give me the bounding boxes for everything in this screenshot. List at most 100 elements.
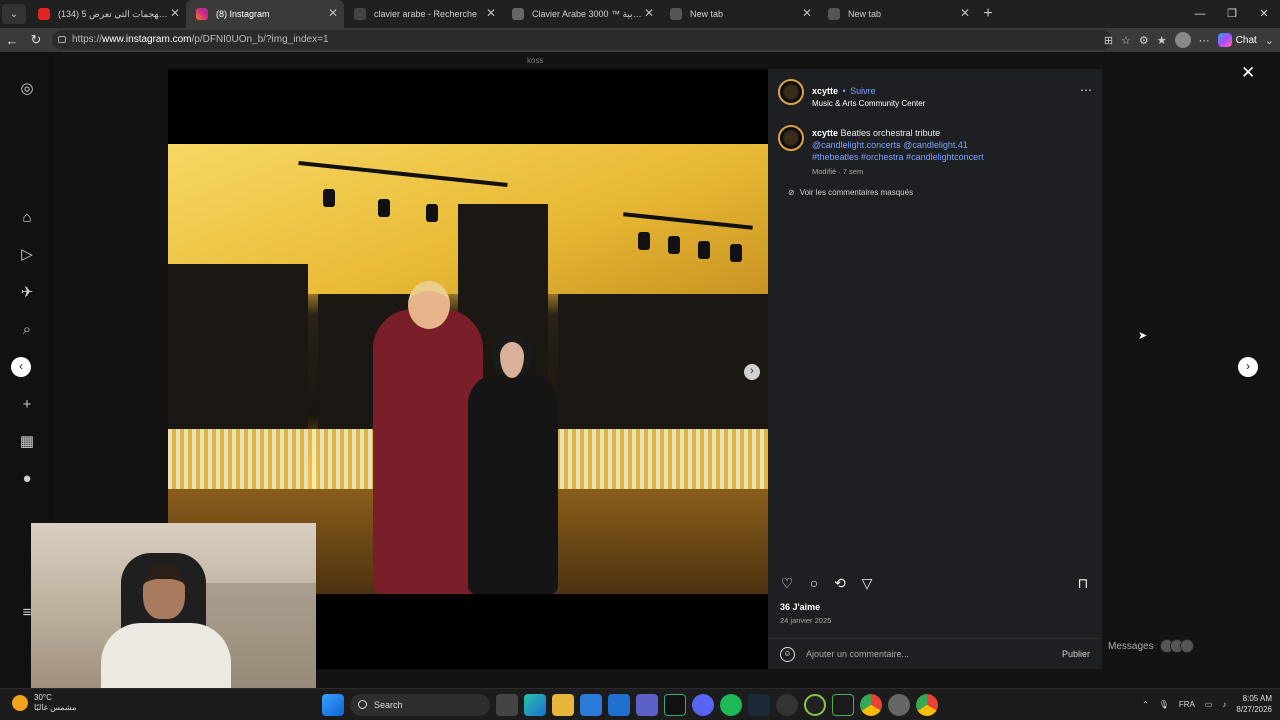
author-avatar[interactable] — [778, 79, 804, 105]
profile-icon[interactable]: ● — [18, 470, 36, 488]
page-icon — [512, 8, 524, 20]
extensions-icon[interactable]: ⚙ — [1139, 34, 1149, 47]
teams-icon[interactable] — [636, 694, 658, 716]
caption-username[interactable]: xcytte — [812, 128, 838, 138]
close-modal-icon[interactable]: ✕ — [1241, 63, 1255, 83]
refresh-icon[interactable]: ↻ — [24, 32, 48, 48]
repost-icon[interactable]: ⟲ — [831, 574, 849, 592]
store-icon[interactable] — [608, 694, 630, 716]
tab-5[interactable]: New tab ✕ — [818, 0, 976, 28]
app-available-icon[interactable]: ⊞ — [1104, 34, 1113, 47]
tab-0[interactable]: (134) 5 من أخطر الهجمات التي تعرض ✕ — [28, 0, 186, 28]
dashboard-icon[interactable]: ▦ — [18, 433, 36, 451]
post-location[interactable]: Music & Arts Community Center — [812, 99, 925, 108]
back-icon[interactable]: ← — [0, 33, 24, 48]
stage-light — [378, 199, 390, 217]
share-icon[interactable]: ▽ — [858, 574, 876, 592]
favorites-icon[interactable]: ★ — [1157, 34, 1167, 47]
edge-icon[interactable] — [524, 694, 546, 716]
favorite-star-icon[interactable]: ☆ — [1121, 34, 1131, 47]
author-username[interactable]: xcytte — [812, 86, 838, 96]
previous-post-button[interactable]: ‹ — [11, 357, 31, 377]
tab-4[interactable]: New tab ✕ — [660, 0, 818, 28]
maximize-icon[interactable]: ❐ — [1216, 0, 1248, 28]
likes-count[interactable]: 36 J'aime — [780, 602, 820, 612]
background-username: koss — [527, 56, 544, 65]
caption-avatar[interactable] — [778, 125, 804, 151]
minimize-icon[interactable]: — — [1184, 0, 1216, 28]
person-in-red-dress — [373, 281, 483, 594]
instagram-logo-icon[interactable]: ◎ — [18, 80, 36, 98]
caption-text: Beatles orchestral tribute — [840, 128, 941, 138]
network-icon[interactable]: ▭ — [1205, 700, 1213, 709]
microphone-icon[interactable]: 🎙 — [1159, 700, 1169, 709]
xbox-icon[interactable] — [804, 694, 826, 716]
close-tab-icon[interactable]: ✕ — [960, 6, 970, 20]
close-tab-icon[interactable]: ✕ — [644, 6, 654, 20]
outlook-icon[interactable] — [580, 694, 602, 716]
taskbar-search[interactable]: Search — [350, 694, 490, 716]
stage-light — [698, 241, 710, 259]
clock[interactable]: 8:05 AM 8/27/2026 — [1236, 693, 1272, 715]
chrome-icon[interactable] — [916, 694, 938, 716]
discord-icon[interactable] — [692, 694, 714, 716]
tray-expand-icon[interactable]: ⌃ — [1142, 700, 1149, 709]
sidebar-toggle-icon[interactable]: ⌄ — [1265, 34, 1274, 47]
url-field[interactable]: https://www.instagram.com/p/DFNI0UOn_b/?… — [52, 30, 1112, 50]
home-icon[interactable]: ⌂ — [18, 209, 36, 227]
new-tab-button[interactable]: + — [976, 5, 1000, 23]
tab-list-button[interactable]: ⌄ — [2, 4, 26, 24]
tab-3[interactable]: Clavier Arabe 3000 ™ كتابة بالعربية ✕ — [502, 0, 660, 28]
close-window-icon[interactable]: ✕ — [1248, 0, 1280, 28]
settings-icon[interactable] — [888, 694, 910, 716]
post-date: 24 janvier 2025 — [780, 616, 832, 625]
more-icon[interactable]: ⋯ — [1199, 34, 1210, 47]
post-caption: xcytte Beatles orchestral tribute @candl… — [812, 127, 1092, 178]
chrome-icon[interactable] — [860, 694, 882, 716]
view-hidden-comments[interactable]: ⊘ Voir les commentaires masqués — [788, 188, 913, 197]
spotify-icon[interactable] — [720, 694, 742, 716]
search-icon[interactable]: ⌕ — [18, 321, 36, 339]
next-image-button[interactable]: › — [744, 364, 760, 380]
search-icon — [354, 8, 366, 20]
more-options-icon[interactable]: ⋯ — [1080, 83, 1092, 97]
hidden-comments-label: Voir les commentaires masqués — [799, 188, 914, 197]
direct-messages-icon[interactable]: ✈ — [18, 284, 36, 302]
comment-icon[interactable]: ○ — [805, 574, 823, 592]
close-tab-icon[interactable]: ✕ — [802, 6, 812, 20]
temperature: 30°C — [34, 693, 52, 702]
app-icon[interactable] — [832, 694, 854, 716]
reels-icon[interactable]: ▷ — [18, 246, 36, 264]
file-explorer-icon[interactable] — [552, 694, 574, 716]
tab-1[interactable]: (8) Instagram ✕ — [186, 0, 344, 28]
weather-widget[interactable]: 30°C مشمس غالبًا — [12, 693, 76, 713]
terminal-icon[interactable] — [664, 694, 686, 716]
tab-2[interactable]: clavier arabe - Recherche ✕ — [344, 0, 502, 28]
close-tab-icon[interactable]: ✕ — [328, 6, 338, 20]
caption-mentions[interactable]: @candlelight.concerts @candlelight.41 — [812, 140, 968, 150]
create-icon[interactable]: + — [18, 396, 36, 414]
close-tab-icon[interactable]: ✕ — [170, 6, 180, 20]
windows-start-icon[interactable] — [322, 694, 344, 716]
steam-icon[interactable] — [748, 694, 770, 716]
address-bar-row: ← ↻ https://www.instagram.com/p/DFNI0UOn… — [0, 28, 1280, 52]
messages-bar[interactable]: Messages — [1100, 632, 1202, 660]
obs-icon[interactable] — [776, 694, 798, 716]
caption-hashtags[interactable]: #thebeatles #orchestra #candlelightconce… — [812, 152, 984, 162]
close-tab-icon[interactable]: ✕ — [486, 6, 496, 20]
stage-light — [730, 244, 742, 262]
follow-button[interactable]: Suivre — [850, 86, 876, 96]
profile-avatar[interactable] — [1174, 32, 1191, 48]
publish-button[interactable]: Publier — [1062, 649, 1090, 659]
volume-icon[interactable]: ♪ — [1222, 700, 1226, 709]
language-indicator[interactable]: FRA — [1179, 700, 1195, 709]
task-view-icon[interactable] — [496, 694, 518, 716]
copilot-icon — [1217, 33, 1232, 47]
copilot-chat-button[interactable]: Chat — [1217, 33, 1257, 47]
dot-separator: • — [842, 86, 846, 96]
bookmark-icon[interactable]: ⊓ — [1074, 574, 1092, 592]
comment-input[interactable]: Ajouter un commentaire... — [806, 649, 909, 659]
like-heart-icon[interactable]: ♡ — [778, 574, 796, 592]
emoji-icon[interactable]: ☺ — [780, 647, 795, 662]
next-post-button[interactable]: › — [1238, 357, 1258, 377]
